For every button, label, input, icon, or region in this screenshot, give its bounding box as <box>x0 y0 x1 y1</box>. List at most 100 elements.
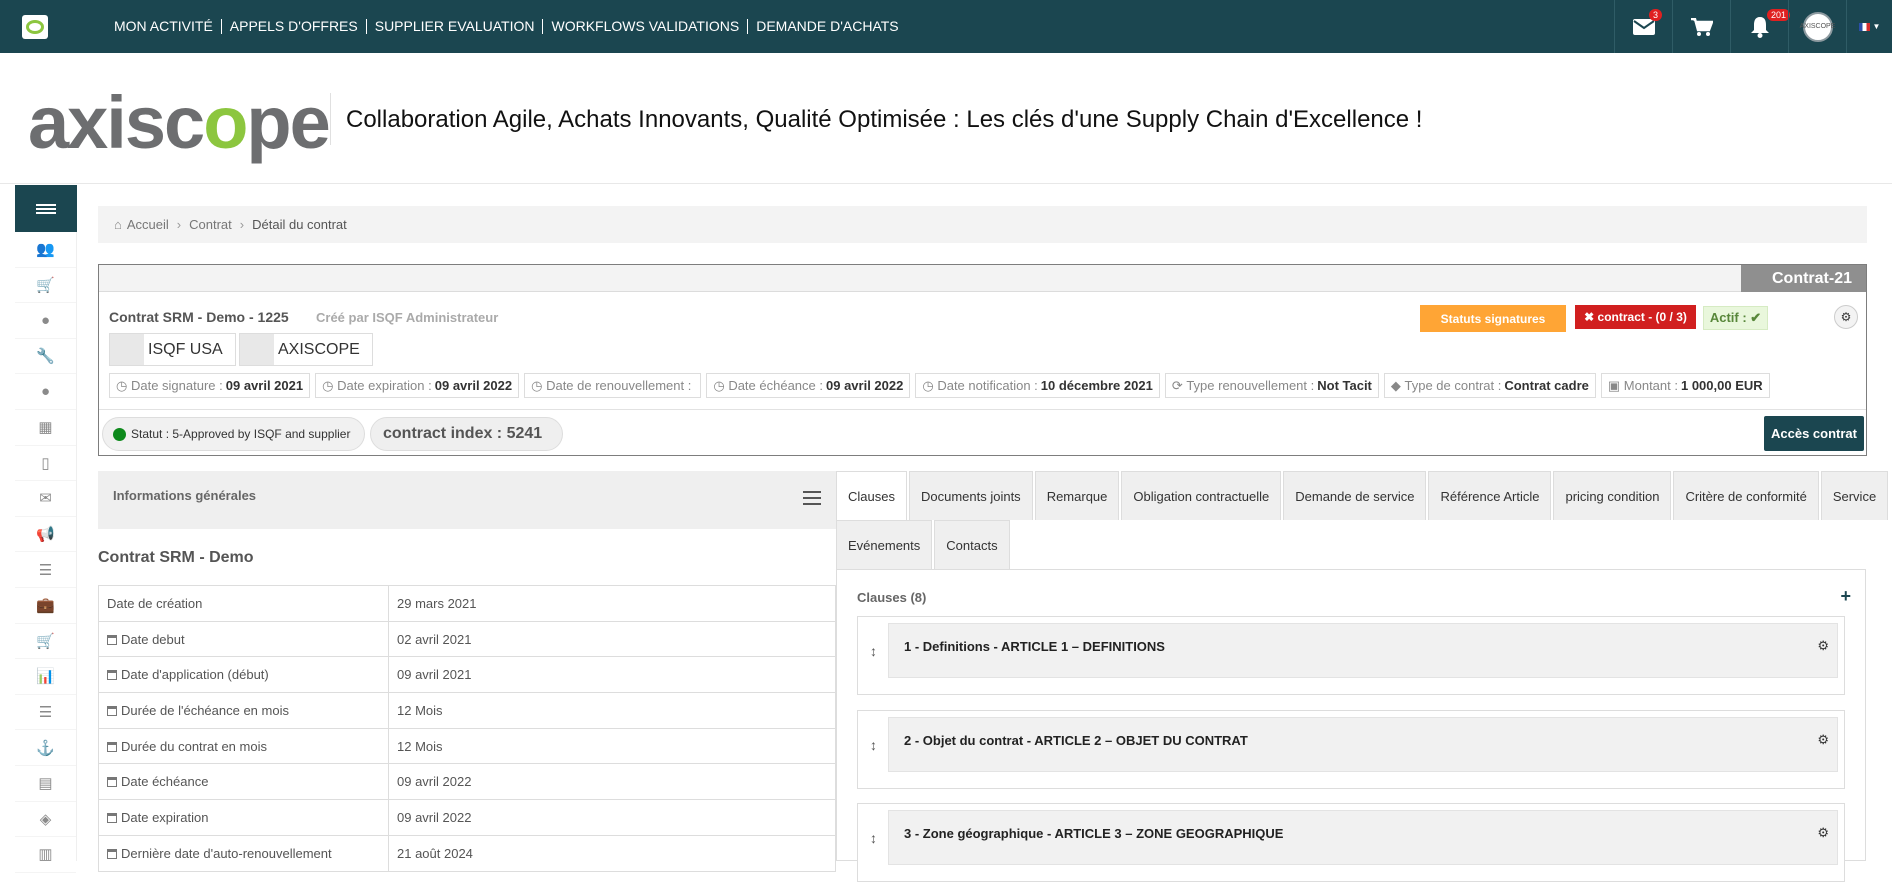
menu-appels-offres[interactable]: APPELS D'OFFRES <box>220 19 366 34</box>
contract-ribbon: Contrat-21 <box>1741 265 1866 292</box>
drag-handle-icon[interactable]: ↕ <box>870 643 877 659</box>
envelope-icon <box>1632 18 1655 35</box>
clause-card[interactable]: 1 - Definitions - ARTICLE 1 – DEFINITION… <box>888 623 1838 678</box>
clause-title: 1 - Definitions - ARTICLE 1 – DEFINITION… <box>904 639 1165 654</box>
party-axiscope[interactable]: AXISCOPE <box>239 333 373 366</box>
row-label: Date debut <box>121 631 185 647</box>
sidebar-user-icon[interactable]: ● <box>15 303 76 339</box>
sidebar-wrench-icon[interactable]: 🔧 <box>15 339 76 375</box>
tab-documents-joints[interactable]: Documents joints <box>908 471 1033 520</box>
list-icon[interactable] <box>803 491 821 505</box>
menu-demande-achats[interactable]: DEMANDE D'ACHATS <box>747 19 906 34</box>
sidebar-cubes-icon[interactable]: ▦ <box>15 410 76 446</box>
sidebar-building-icon[interactable]: ▥ <box>15 837 76 873</box>
detail-tabs: Clauses Documents joints Remarque Obliga… <box>836 471 1889 569</box>
user-menu[interactable]: AXISCOPE <box>1788 0 1846 53</box>
tab-obligation-contractuelle[interactable]: Obligation contractuelle <box>1121 471 1282 520</box>
tab-service[interactable]: Service <box>1820 471 1889 520</box>
calendar-icon <box>107 777 117 788</box>
contract-card: Contrat-21 Contrat SRM - Demo - 1225 Cré… <box>98 264 1867 456</box>
tab-evenements[interactable]: Evénements <box>836 520 933 569</box>
table-row: Date d'application (début) 09 avril 2021 <box>98 656 836 694</box>
sidebar-cart-icon[interactable]: 🛒 <box>15 268 76 304</box>
tab-demande-service[interactable]: Demande de service <box>1283 471 1427 520</box>
sidebar-megaphone-icon[interactable]: 📢 <box>15 517 76 553</box>
sidebar-cubes2-icon[interactable]: ◈ <box>15 802 76 838</box>
contract-settings-button[interactable]: ⚙ <box>1834 305 1858 329</box>
brand-divider <box>330 93 331 145</box>
sidebar-users-icon[interactable]: 👥 <box>15 232 76 268</box>
party-logo <box>240 334 274 365</box>
app-logo[interactable] <box>22 15 48 39</box>
tab-contacts[interactable]: Contacts <box>934 520 1010 569</box>
tab-reference-article[interactable]: Référence Article <box>1428 471 1552 520</box>
sidebar-person-icon[interactable]: ● <box>15 374 76 410</box>
caret-down-icon: ▼ <box>1872 22 1881 31</box>
contract-index-badge: contract index : 5241 <box>370 417 564 451</box>
notifications-button[interactable]: 201 <box>1730 0 1791 53</box>
menu-workflows-validations[interactable]: WORKFLOWS VALIDATIONS <box>542 19 747 34</box>
table-row: Durée du contrat en mois 12 Mois <box>98 727 836 765</box>
calendar-icon <box>107 848 117 859</box>
chevron-right-icon: › <box>239 217 245 232</box>
mail-button[interactable]: 3 <box>1614 0 1672 53</box>
info-date-notification: ◷ Date notification :10 décembre 2021 <box>915 373 1160 398</box>
clause-item: ↕ 2 - Objet du contrat - ARTICLE 2 – OBJ… <box>857 710 1845 789</box>
table-row: Date de création 29 mars 2021 <box>98 585 836 622</box>
status-badge: Statut : 5-Approved by ISQF and supplier <box>102 417 366 451</box>
clause-card[interactable]: 2 - Objet du contrat - ARTICLE 2 – OBJET… <box>888 717 1838 772</box>
row-label: Date d'application (début) <box>121 667 269 683</box>
clause-card[interactable]: 3 - Zone géographique - ARTICLE 3 – ZONE… <box>888 810 1838 865</box>
breadcrumb-home[interactable]: Accueil <box>127 217 169 232</box>
sidebar-list2-icon[interactable]: ☰ <box>15 695 76 731</box>
sidebar-document-icon[interactable]: ▯ <box>15 446 76 482</box>
gear-icon[interactable]: ⚙ <box>1817 638 1829 654</box>
sidebar-toggle-button[interactable] <box>15 185 77 232</box>
refresh-icon: ⟳ <box>1171 377 1187 393</box>
sidebar-cart2-icon[interactable]: 🛒 <box>15 624 76 660</box>
sidebar-chart-icon[interactable]: 📊 <box>15 659 76 695</box>
gear-icon[interactable]: ⚙ <box>1817 732 1829 748</box>
tab-pricing-condition[interactable]: pricing condition <box>1553 471 1672 520</box>
sidebar-anchor-icon[interactable]: ⚓ <box>15 730 76 766</box>
brand-tagline: Collaboration Agile, Achats Innovants, Q… <box>346 106 1423 133</box>
gear-icon: ⚙ <box>1840 310 1852 324</box>
menu-mon-activite[interactable]: MON ACTIVITÉ <box>106 19 221 34</box>
tab-critere-conformite[interactable]: Critère de conformité <box>1673 471 1819 520</box>
language-selector[interactable]: ▼ <box>1846 0 1892 53</box>
general-info-table: Date de création 29 mars 2021 Date debut 0… <box>98 585 836 872</box>
menu-supplier-evaluation[interactable]: SUPPLIER EVALUATION <box>365 19 543 34</box>
row-label: Date de création <box>98 585 389 622</box>
general-info-header: Informations générales <box>98 471 836 529</box>
gear-icon[interactable]: ⚙ <box>1817 825 1829 841</box>
sidebar-briefcase-icon[interactable]: 💼 <box>15 588 76 624</box>
breadcrumb-contract[interactable]: Contrat <box>189 217 232 232</box>
calendar-check-icon <box>107 741 117 752</box>
drag-handle-icon[interactable]: ↕ <box>870 737 877 753</box>
flag-fr-icon <box>1858 22 1870 31</box>
clauses-header: Clauses (8) <box>857 590 927 605</box>
tab-remarque[interactable]: Remarque <box>1034 471 1120 520</box>
brand-header: axiscope Collaboration Agile, Achats Inn… <box>0 53 1892 184</box>
party-isqf-usa[interactable]: ISQF USA <box>109 333 236 366</box>
sidebar-calculator-icon[interactable]: ▤ <box>15 766 76 802</box>
contract-signatures-button[interactable]: ✖ contract - (0 / 3) <box>1575 305 1696 329</box>
add-clause-button[interactable]: + <box>1840 586 1851 607</box>
breadcrumb-current: Détail du contrat <box>252 217 347 232</box>
sidebar-list-icon[interactable]: ☰ <box>15 552 76 588</box>
clause-title: 2 - Objet du contrat - ARTICLE 2 – OBJET… <box>904 733 1248 748</box>
row-value: 12 Mois <box>388 727 836 765</box>
access-contract-button[interactable]: Accès contrat <box>1764 416 1864 451</box>
drag-handle-icon[interactable]: ↕ <box>870 830 877 846</box>
main-menu: MON ACTIVITÉ APPELS D'OFFRES SUPPLIER EV… <box>106 0 907 53</box>
cart-button[interactable] <box>1672 0 1730 53</box>
clause-item: ↕ 3 - Zone géographique - ARTICLE 3 – ZO… <box>857 803 1845 882</box>
signature-status-button[interactable]: Statuts signatures <box>1420 305 1566 332</box>
top-navbar: MON ACTIVITÉ APPELS D'OFFRES SUPPLIER EV… <box>0 0 1892 53</box>
tab-clauses[interactable]: Clauses <box>836 471 907 520</box>
sidebar-mail-icon[interactable]: ✉ <box>15 481 76 517</box>
row-value: 29 mars 2021 <box>388 585 836 622</box>
row-value: 09 avril 2022 <box>388 763 836 801</box>
axiscope-logo: axiscope <box>28 81 331 164</box>
breadcrumb: ⌂ Accueil › Contrat › Détail du contrat <box>98 206 1867 243</box>
